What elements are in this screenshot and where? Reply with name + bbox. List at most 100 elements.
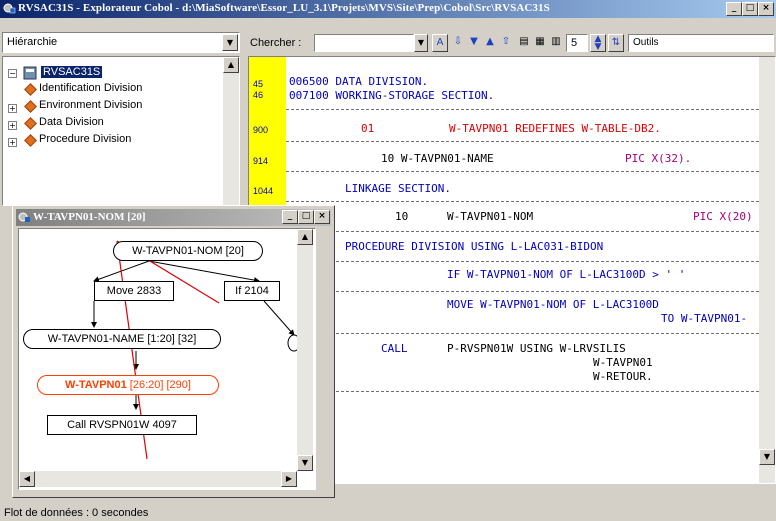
line-number: 45 [253,79,264,89]
code-keyword: CALL [381,342,408,355]
search-input[interactable] [314,34,414,52]
node-move[interactable]: Move 2833 [94,281,174,301]
app-icon [18,212,30,222]
tools-combo[interactable]: Outils [628,34,774,52]
scroll-right-icon[interactable]: ▶ [281,471,297,487]
code-scrollbar[interactable]: ▼ [759,57,775,483]
division-icon [24,100,37,113]
find-next-icon[interactable]: ⇩ [450,34,466,52]
code-line: W-TAVPN01 REDEFINES W-TABLE-DB2. [449,122,661,135]
up-icon[interactable]: ▲ [482,34,498,52]
separator [286,291,759,292]
code-line: 006500 DATA DIVISION. [289,75,429,88]
code-line: LINKAGE SECTION. [345,182,451,195]
code-line: W-TAVPN01 [593,356,653,369]
down-icon[interactable]: ▼ [466,34,482,52]
separator [286,261,759,262]
dataflow-window[interactable]: W-TAVPN01-NOM [20] _ □ × W-TAVPN01-NOM [… [12,205,335,498]
close-button[interactable]: × [758,2,774,16]
division-icon [24,83,37,96]
code-line: TO W-TAVPN01- [661,312,748,325]
hierarchy-tree[interactable]: − RVSAC31S Identification Division + Env… [2,56,240,206]
separator [286,201,759,202]
code-pic: PIC X(32). [625,152,692,165]
node-tavpn01[interactable]: W-TAVPN01 [26:20] [290] [37,375,219,395]
title-bar[interactable]: RVSAC31S - Explorateur Cobol - d:\MiaSof… [0,0,776,18]
dataflow-graph[interactable]: W-TAVPN01-NOM [20] Move 2833 If 2104 W-T… [18,228,316,490]
scroll-left-icon[interactable]: ◀ [19,471,35,487]
line-number: 46 [253,90,264,100]
scroll-down-icon[interactable]: ▼ [297,455,313,471]
dataflow-title: W-TAVPN01-NOM [20] [33,211,146,223]
code-line: MOVE W-TAVPN01-NOM OF L-LAC3100D [447,298,659,311]
scroll-up-icon[interactable]: ▲ [297,229,313,245]
code-line: IF W-TAVPN01-NOM OF L-LAC3100D > ' ' [447,268,686,281]
node-if[interactable]: If 2104 [224,281,280,301]
program-icon [23,66,37,80]
collapse-icon[interactable]: − [8,69,17,78]
expand-icon[interactable]: + [8,121,17,130]
code-line: PROCEDURE DIVISION USING L-LAC031-BIDON [345,240,604,253]
tree-item-identification[interactable]: Identification Division [39,82,142,94]
tree-scrollbar[interactable]: ▲ [223,57,239,205]
expand-icon[interactable]: + [8,104,17,113]
document-icon[interactable]: ▤ [516,34,532,52]
minimize-button[interactable]: _ [282,210,298,224]
line-number: 900 [253,125,269,135]
node-call[interactable]: Call RVSPN01W 4097 [47,415,197,435]
separator [286,171,759,172]
graph-h-scrollbar[interactable]: ◀ ▶ [19,471,297,487]
code-level: 01 [361,122,375,135]
paste-icon[interactable]: ▥ [548,34,564,52]
code-line: P-RVSPN01W USING W-LRVSILIS [447,342,626,355]
tree-root-label[interactable]: RVSAC31S [41,66,103,78]
maximize-button[interactable]: □ [298,210,314,224]
search-dropdown-icon[interactable]: ▼ [414,34,428,52]
node-name[interactable]: W-TAVPN01-NAME [1:20] [32] [23,329,221,349]
graph-edges [91,240,301,460]
separator [286,231,759,232]
tree-item-data[interactable]: Data Division [39,116,104,128]
tree-item-environment[interactable]: Environment Division [39,99,142,111]
hierarchy-combo[interactable]: Hiérarchie ▼ [2,32,240,53]
spin-icon[interactable]: ▲ ▼ [590,34,606,52]
expand-icon[interactable]: + [8,138,17,147]
node-tavpn01-range: [26:20] [290] [126,379,191,391]
separator [286,333,759,334]
code-level: 10 [395,210,409,223]
division-icon [24,117,37,130]
node-tavpn01-name: W-TAVPN01 [65,379,127,391]
app-icon [3,3,16,14]
search-label: Chercher : [250,37,302,49]
graph-v-scrollbar[interactable]: ▲ ▼ [297,229,313,471]
spin-value[interactable]: 5 [566,34,588,52]
line-number: 1044 [253,186,274,196]
status-bar: Flot de données : 0 secondes [0,506,776,521]
separator [286,141,759,142]
division-icon [24,134,37,147]
dataflow-title-bar[interactable]: W-TAVPN01-NOM [20] _ □ × [16,209,331,226]
window-title: RVSAC31S - Explorateur Cobol - d:\MiaSof… [18,2,550,14]
node-root[interactable]: W-TAVPN01-NOM [20] [113,241,263,261]
tree-item-procedure[interactable]: Procedure Division [39,133,131,145]
minimize-button[interactable]: _ [726,2,742,16]
code-line: 10 W-TAVPN01-NAME [381,152,494,165]
swap-icon[interactable]: ⇅ [608,34,624,52]
maximize-button[interactable]: □ [742,2,758,16]
scroll-up-icon[interactable]: ▲ [223,57,239,73]
font-size-icon[interactable]: A [432,34,448,52]
code-pic: PIC X(20) [693,210,753,223]
separator [286,391,759,392]
hierarchy-combo-value: Hiérarchie [7,36,58,48]
scroll-down-icon[interactable]: ▼ [759,449,775,465]
code-line: W-TAVPN01-NOM [447,210,534,223]
status-text: Flot de données : 0 secondes [4,507,149,519]
separator [286,109,759,110]
chevron-down-icon[interactable]: ▼ [222,34,238,51]
copy-icon[interactable]: ▦ [532,34,548,52]
code-line: W-RETOUR. [593,370,653,383]
code-line: 007100 WORKING-STORAGE SECTION. [289,89,495,102]
close-button[interactable]: × [314,210,330,224]
line-number: 914 [253,156,269,166]
find-prev-icon[interactable]: ⇧ [498,34,514,52]
